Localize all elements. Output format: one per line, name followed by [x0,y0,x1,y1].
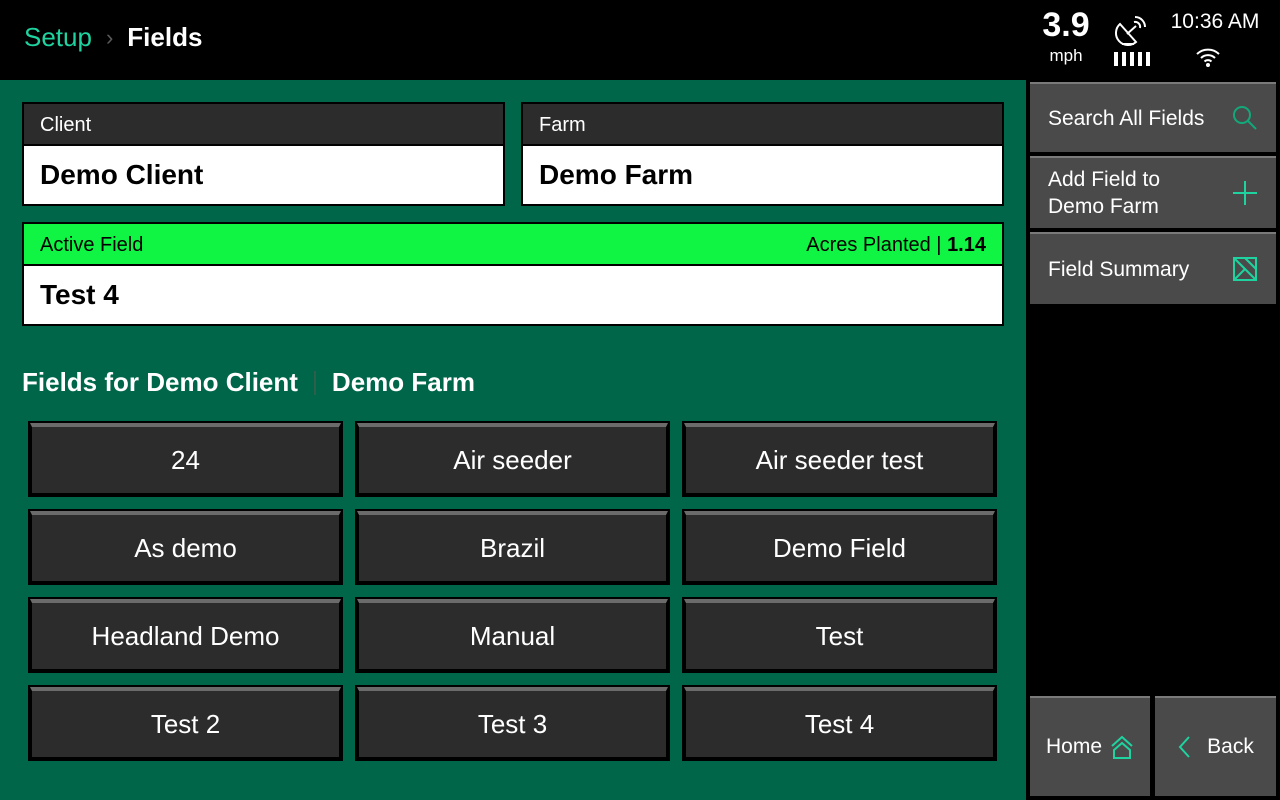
clock: 10:36 AM [1170,10,1260,33]
back-label: Back [1207,735,1254,758]
add-field-button[interactable]: Add Field to Demo Farm [1030,156,1276,228]
field-button[interactable]: Test 2 [28,685,343,761]
speed-value: 3.9 [1042,6,1090,44]
field-button[interactable]: Headland Demo [28,597,343,673]
chevron-right-icon: › [105,24,114,50]
farm-label: Farm [523,104,1002,146]
home-button[interactable]: Home [1030,696,1150,796]
active-field-value: Test 4 [40,279,119,310]
active-field-label: Active Field [40,234,144,256]
add-field-label-line2: Demo Farm [1048,195,1159,218]
field-summary-icon [1233,257,1257,281]
search-all-fields-button[interactable]: Search All Fields [1030,82,1276,152]
home-icon [1111,735,1133,759]
client-selector[interactable]: Client Demo Client [22,102,505,206]
active-field-header: Active Field Acres Planted | 1.14 [24,224,1002,266]
client-value: Demo Client [40,159,204,190]
plus-icon [1233,181,1257,205]
add-field-label: Add Field to Demo Farm [1048,166,1160,220]
top-status-bar: Setup › Fields 3.9 mph 10:36 AM [0,0,1280,80]
client-label: Client [24,104,503,146]
acres-planted: Acres Planted | 1.14 [806,234,986,256]
speed-readout: 3.9 mph [1036,6,1096,68]
speed-unit: mph [1049,46,1083,65]
field-button[interactable]: As demo [28,509,343,585]
fields-section-title: Fields for Demo Client Demo Farm [22,367,475,398]
field-button[interactable]: Test 4 [682,685,997,761]
signal-bars-icon [1114,52,1150,66]
fields-title-client: Fields for Demo Client [22,367,298,397]
field-button[interactable]: Demo Field [682,509,997,585]
field-button[interactable]: Air seeder [355,421,670,497]
field-button[interactable]: Test 3 [355,685,670,761]
field-button[interactable]: 24 [28,421,343,497]
acres-planted-value: 1.14 [947,234,986,256]
title-divider [313,370,316,395]
active-field-panel[interactable]: Active Field Acres Planted | 1.14 Test 4 [22,222,1004,326]
acres-planted-label: Acres Planted | [806,234,942,256]
field-button[interactable]: Air seeder test [682,421,997,497]
field-button[interactable]: Manual [355,597,670,673]
back-button[interactable]: Back [1155,696,1276,796]
breadcrumb: Setup › Fields [24,22,202,53]
search-icon [1233,106,1257,130]
chevron-left-icon [1178,736,1190,758]
satellite-dish-icon [1114,16,1146,47]
home-label: Home [1045,735,1103,758]
sidebar: Search All Fields Add Field to Demo Farm… [1026,80,1280,800]
add-field-label-line1: Add Field to [1048,168,1161,191]
field-button[interactable]: Test [682,597,997,673]
field-button[interactable]: Brazil [355,509,670,585]
main-panel: Client Demo Client Farm Demo Farm Active… [0,80,1026,800]
page-title: Fields [127,22,203,52]
search-all-fields-label: Search All Fields [1048,106,1205,130]
field-summary-label: Field Summary [1048,257,1190,281]
wifi-icon[interactable] [1195,46,1221,68]
farm-selector[interactable]: Farm Demo Farm [521,102,1004,206]
breadcrumb-setup-link[interactable]: Setup [24,22,92,53]
field-summary-button[interactable]: Field Summary [1030,232,1276,304]
fields-title-farm: Demo Farm [331,367,475,397]
farm-value: Demo Farm [539,159,694,190]
field-list: 24 Air seeder Air seeder test As demo Br… [28,421,997,761]
gps-status[interactable] [1112,12,1152,68]
